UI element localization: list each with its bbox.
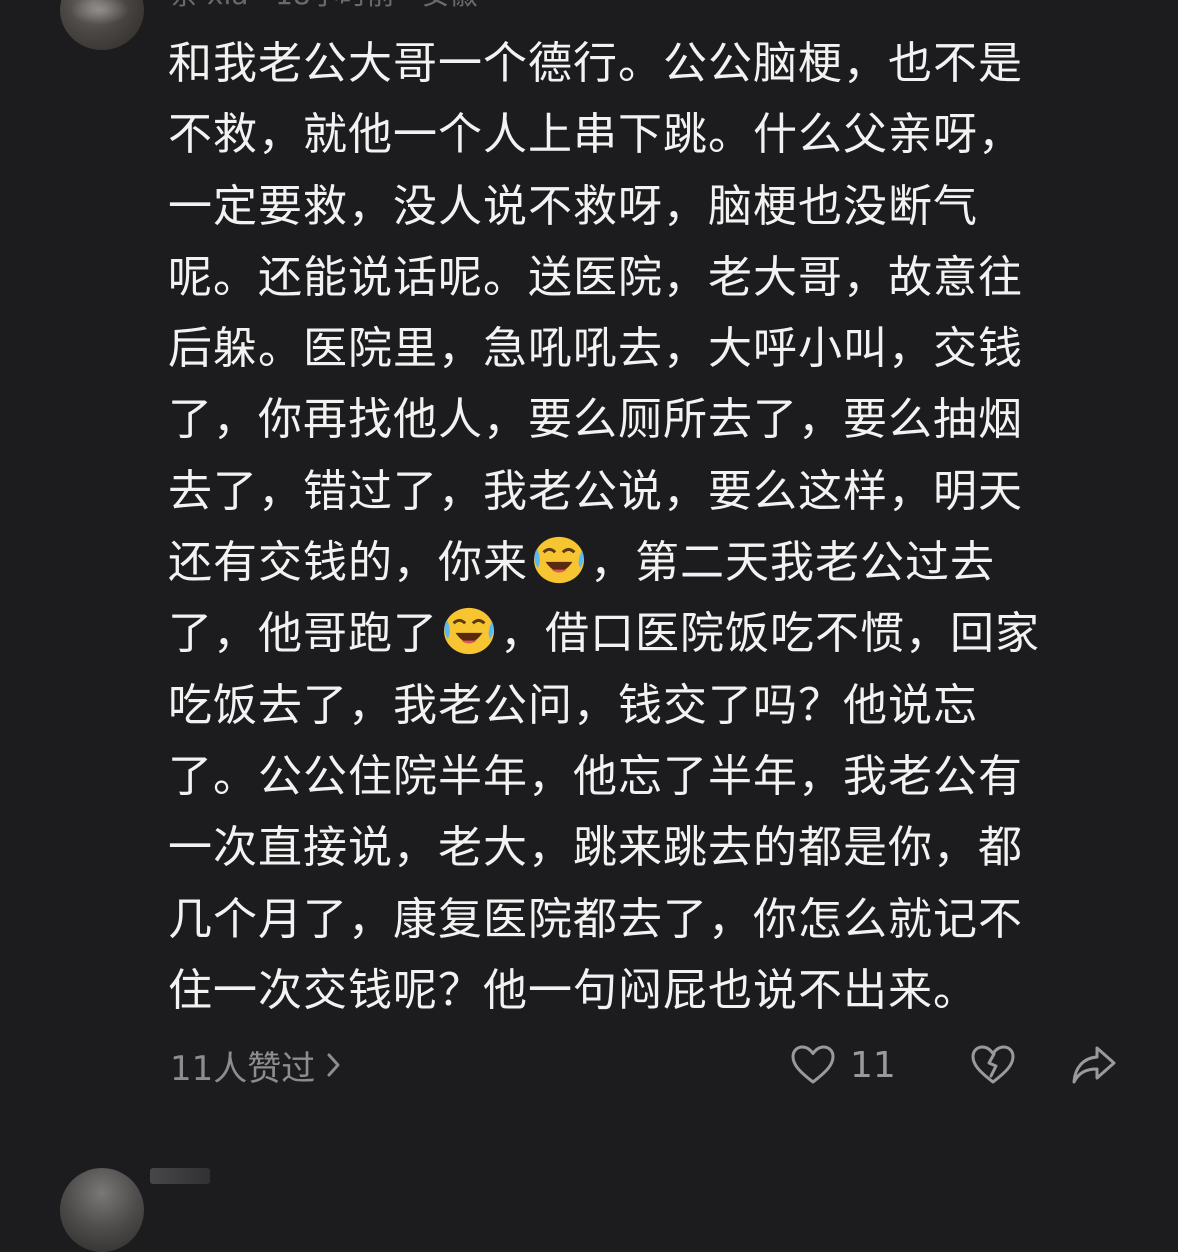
comment-line: 一定要救，没人说不救呀，脑梗也没断气 <box>168 180 978 232</box>
comment-segment: ，第二天我老公过去 <box>590 537 995 589</box>
comment-meta: 亲 xia · 18小时前 · 安徽 <box>170 0 477 12</box>
comment-actions: 11人赞过 11 <box>170 1040 1130 1090</box>
comment-line: 后躲。医院里，急吼吼去，大呼小叫，交钱 <box>168 323 1023 375</box>
comment-line: 住一次交钱呢？他一句闷屁也说不出来。 <box>168 964 978 1016</box>
likes-label: 11人赞过 <box>170 1048 316 1089</box>
comment-segment: ，借口医院饭吃不惯，回家 <box>500 608 1040 660</box>
share-arrow-icon <box>1072 1046 1116 1084</box>
dislike-button[interactable] <box>970 1040 1016 1090</box>
comment-segment: 还有交钱的，你来 <box>168 537 528 589</box>
comment-line: 呢。还能说话呢。送医院，老大哥，故意往 <box>168 251 1023 303</box>
comment-segment: 了，他哥跑了 <box>168 608 438 660</box>
comment-line: 和我老公大哥一个德行。公公脑梗，也不是 <box>168 38 1023 89</box>
comment-line: 几个月了，康复医院都去了，你怎么就记不 <box>168 893 1023 945</box>
like-button[interactable]: 11 <box>790 1040 896 1090</box>
comment-line: 还有交钱的，你来 ，第二天我老公过去 <box>168 527 1098 598</box>
commenter-avatar[interactable] <box>60 0 144 50</box>
heart-icon <box>791 1045 835 1084</box>
comment-line: 去了，错过了，我老公说，要么这样，明天 <box>168 465 1023 517</box>
laughing-crying-emoji-icon <box>444 608 494 655</box>
likes-list-link[interactable]: 11人赞过 <box>170 1040 343 1090</box>
comment-line: 了，你再找他人，要么厕所去了，要么抽烟 <box>168 394 1023 446</box>
comment-line: 吃饭去了，我老公问，钱交了吗？他说忘 <box>168 679 978 731</box>
next-commenter-avatar[interactable] <box>60 1168 144 1252</box>
comment-line: 不救，就他一个人上串下跳。什么父亲呀， <box>168 109 1023 161</box>
laughing-crying-emoji-icon <box>534 537 584 584</box>
comment-line: 一次直接说，老大，跳来跳去的都是你，都 <box>168 822 1023 874</box>
next-comment-meta <box>150 1168 210 1184</box>
like-count: 11 <box>850 1044 896 1086</box>
comment-line: 了。公公住院半年，他忘了半年，我老公有 <box>168 750 1023 802</box>
broken-heart-icon <box>971 1045 1015 1084</box>
comment-text: 和我老公大哥一个德行。公公脑梗，也不是 不救，就他一个人上串下跳。什么父亲呀， … <box>168 28 1098 1026</box>
chevron-right-icon <box>327 1053 340 1077</box>
comment-line: 了，他哥跑了 ，借口医院饭吃不惯，回家 <box>168 598 1098 669</box>
share-button[interactable] <box>1070 1040 1118 1090</box>
